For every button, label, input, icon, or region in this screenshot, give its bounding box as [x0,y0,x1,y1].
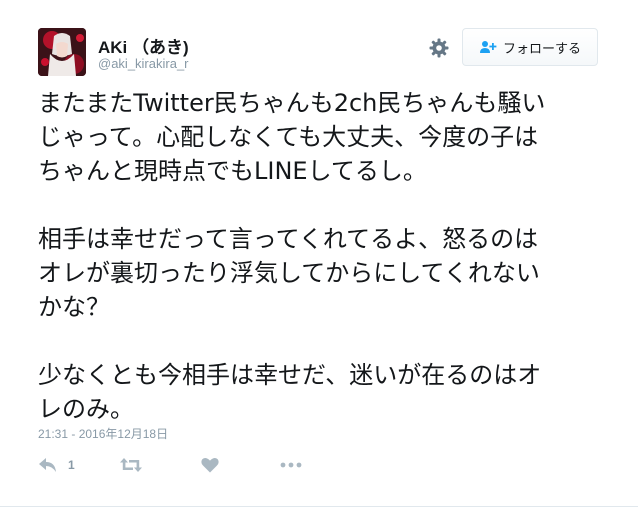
more-button[interactable] [280,452,302,478]
tweet-actions: 1 [38,452,338,478]
heart-icon [201,458,219,473]
retweet-button[interactable] [120,452,142,478]
follow-button[interactable]: フォローする [462,28,598,66]
user-handle[interactable]: @aki_kirakira_r [98,56,189,71]
avatar-image [38,28,86,76]
tweet-paragraph-2: 相手は幸せだって言ってくれてるよ、怒るのは オレが裏切ったり浮気してからにしてく… [38,225,540,321]
tweet-text: またまたTwitter民ちゃんも2ch民ちゃんも騒い じゃって。心配しなくても大… [38,86,618,426]
tweet-timestamp[interactable]: 21:31 - 2016年12月18日 [38,425,168,442]
more-icon [280,462,302,468]
tweet-paragraph-3: 少なくとも今相手は幸せだ、迷いが在るのはオ レのみ。 [38,361,542,423]
reply-button[interactable]: 1 [38,452,75,478]
avatar[interactable] [38,28,86,76]
add-user-icon [479,40,497,54]
reply-count: 1 [68,458,75,472]
tweet-card: AKi （あき) @aki_kirakira_r フォローする またまたTwit… [0,0,638,507]
tweet-paragraph-1: またまたTwitter民ちゃんも2ch民ちゃんも騒い じゃって。心配しなくても大… [38,89,546,185]
gear-icon[interactable] [428,37,450,59]
retweet-icon [120,458,142,472]
display-name[interactable]: AKi （あき) [98,33,189,58]
follow-label: フォローする [502,41,582,57]
reply-icon [39,458,56,472]
like-button[interactable] [201,452,219,478]
